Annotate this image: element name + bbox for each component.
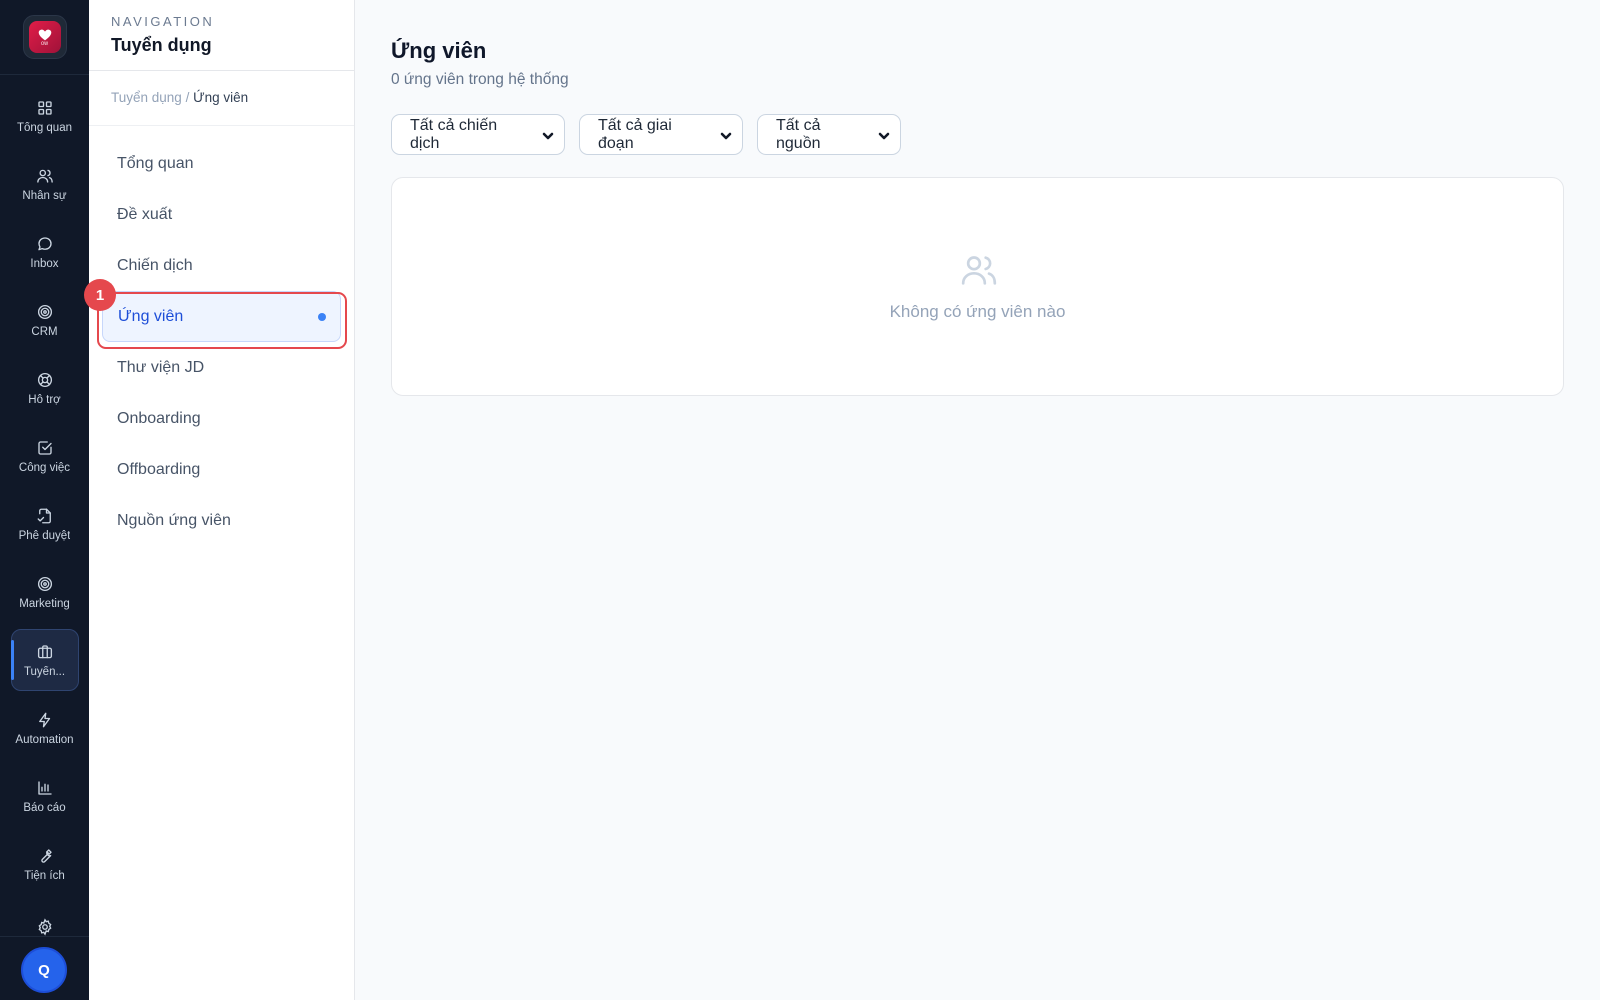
logo-heart-icon: OW: [28, 21, 61, 53]
target-icon: [37, 304, 52, 319]
rail-item-tong-quan[interactable]: Tổng quan: [11, 85, 79, 147]
page-title: Ứng viên: [391, 38, 487, 63]
rail-item-cong-viec[interactable]: Công việc: [11, 425, 79, 487]
campaign-filter-select[interactable]: Tất cả chiến dịch: [391, 114, 565, 155]
document-check-icon: [37, 508, 51, 523]
rail-item-label: Marketing: [19, 597, 70, 610]
filter-bar: Tất cả chiến dịch Tất cả giai đoạn Tất c…: [391, 114, 901, 155]
logo-text: OW: [40, 40, 49, 46]
nav-title: Tuyển dụng: [111, 35, 212, 55]
nav-item-tong-quan[interactable]: Tổng quan: [102, 138, 341, 189]
nav-item-chien-dich[interactable]: Chiến dịch: [102, 240, 341, 291]
empty-state-text: Không có ứng viên nào: [889, 302, 1066, 321]
nav-item-onboarding[interactable]: Onboarding: [102, 393, 341, 444]
select-value: Tất cả chiến dịch: [410, 116, 498, 152]
breadcrumb: Tuyển dụng / Ứng viên: [89, 71, 354, 126]
chat-bubble-icon: [37, 236, 52, 250]
rail-item-crm[interactable]: CRM: [11, 289, 79, 351]
secondary-nav: NAVIGATION Tuyển dụng Tuyển dụng / Ứng v…: [89, 0, 355, 1000]
logo-area: OW: [0, 0, 89, 75]
settings-button[interactable]: [0, 918, 89, 944]
step-badge: 1: [84, 279, 116, 311]
rail-item-label: Tuyển...: [23, 665, 66, 678]
rail-item-tuyen-dung[interactable]: Tuyển...: [10, 629, 79, 691]
rail-item-phe-duyet[interactable]: Phê duyệt: [11, 493, 79, 555]
user-avatar[interactable]: Q: [21, 947, 67, 993]
rail-item-label: Nhân sự: [22, 189, 67, 202]
nav-item-label: Ứng viên: [118, 307, 184, 325]
rail-item-label: Báo cáo: [23, 801, 66, 814]
briefcase-icon: [37, 644, 52, 658]
rail-item-label: Inbox: [30, 257, 59, 270]
chevron-down-icon: [542, 129, 554, 141]
nav-item-ung-vien[interactable]: Ứng viên: [102, 291, 341, 342]
rail-item-label: Công việc: [18, 461, 71, 474]
rail-item-nhan-su[interactable]: Nhân sự: [11, 153, 79, 215]
rail-item-tien-ich[interactable]: Tiện ích: [11, 833, 79, 895]
check-square-icon: [37, 440, 52, 455]
target-icon: [37, 576, 52, 591]
bar-chart-icon: [37, 780, 52, 795]
rail-item-inbox[interactable]: Inbox: [11, 221, 79, 283]
users-icon: [959, 250, 999, 290]
wrench-icon: [40, 848, 52, 863]
nav-eyebrow: NAVIGATION: [111, 14, 215, 29]
lifebuoy-icon: [37, 372, 52, 387]
lightning-icon: [38, 712, 50, 727]
breadcrumb-separator: /: [185, 90, 190, 105]
source-filter-select[interactable]: Tất cả nguồn: [757, 114, 901, 155]
users-icon: [36, 169, 53, 183]
rail-item-automation[interactable]: Automation: [11, 697, 79, 759]
select-value: Tất cả nguồn: [776, 116, 821, 152]
rail-item-marketing[interactable]: Marketing: [11, 561, 79, 623]
empty-state-card: Không có ứng viên nào: [391, 177, 1564, 396]
grid-icon: [37, 100, 52, 115]
breadcrumb-current: Ứng viên: [193, 90, 249, 105]
chevron-down-icon: [720, 129, 732, 141]
gear-icon: [38, 918, 51, 936]
icon-rail: OW Tổng quan Nhân sự Inbox CRM Hỗ trợ Cô…: [0, 0, 89, 1000]
rail-item-label: Tiện ích: [24, 869, 65, 882]
rail-item-bao-cao[interactable]: Báo cáo: [11, 765, 79, 827]
nav-header: NAVIGATION Tuyển dụng: [89, 0, 354, 71]
rail-item-label: Phê duyệt: [18, 529, 71, 542]
stage-filter-select[interactable]: Tất cả giai đoạn: [579, 114, 743, 155]
nav-item-thu-vien-jd[interactable]: Thư viện JD: [102, 342, 341, 393]
chevron-down-icon: [878, 129, 890, 141]
nav-item-de-xuat[interactable]: Đề xuất: [102, 189, 341, 240]
nav-item-offboarding[interactable]: Offboarding: [102, 444, 341, 495]
rail-item-label: Hỗ trợ: [28, 393, 61, 406]
active-dot-indicator: [318, 312, 326, 321]
rail-nav: Tổng quan Nhân sự Inbox CRM Hỗ trợ Công …: [0, 75, 89, 901]
rail-divider: [0, 936, 89, 937]
nav-list: Tổng quan Đề xuất Chiến dịch Ứng viên Th…: [89, 126, 354, 546]
rail-item-label: Automation: [15, 733, 74, 746]
app-logo[interactable]: OW: [22, 15, 67, 59]
select-value: Tất cả giai đoạn: [598, 116, 672, 152]
rail-item-label: CRM: [31, 325, 58, 338]
breadcrumb-parent[interactable]: Tuyển dụng: [111, 90, 182, 105]
nav-item-nguon-ung-vien[interactable]: Nguồn ứng viên: [102, 495, 341, 546]
rail-item-label: Tổng quan: [17, 121, 72, 134]
rail-item-ho-tro[interactable]: Hỗ trợ: [11, 357, 79, 419]
page-subtitle: 0 ứng viên trong hệ thống: [391, 71, 569, 88]
